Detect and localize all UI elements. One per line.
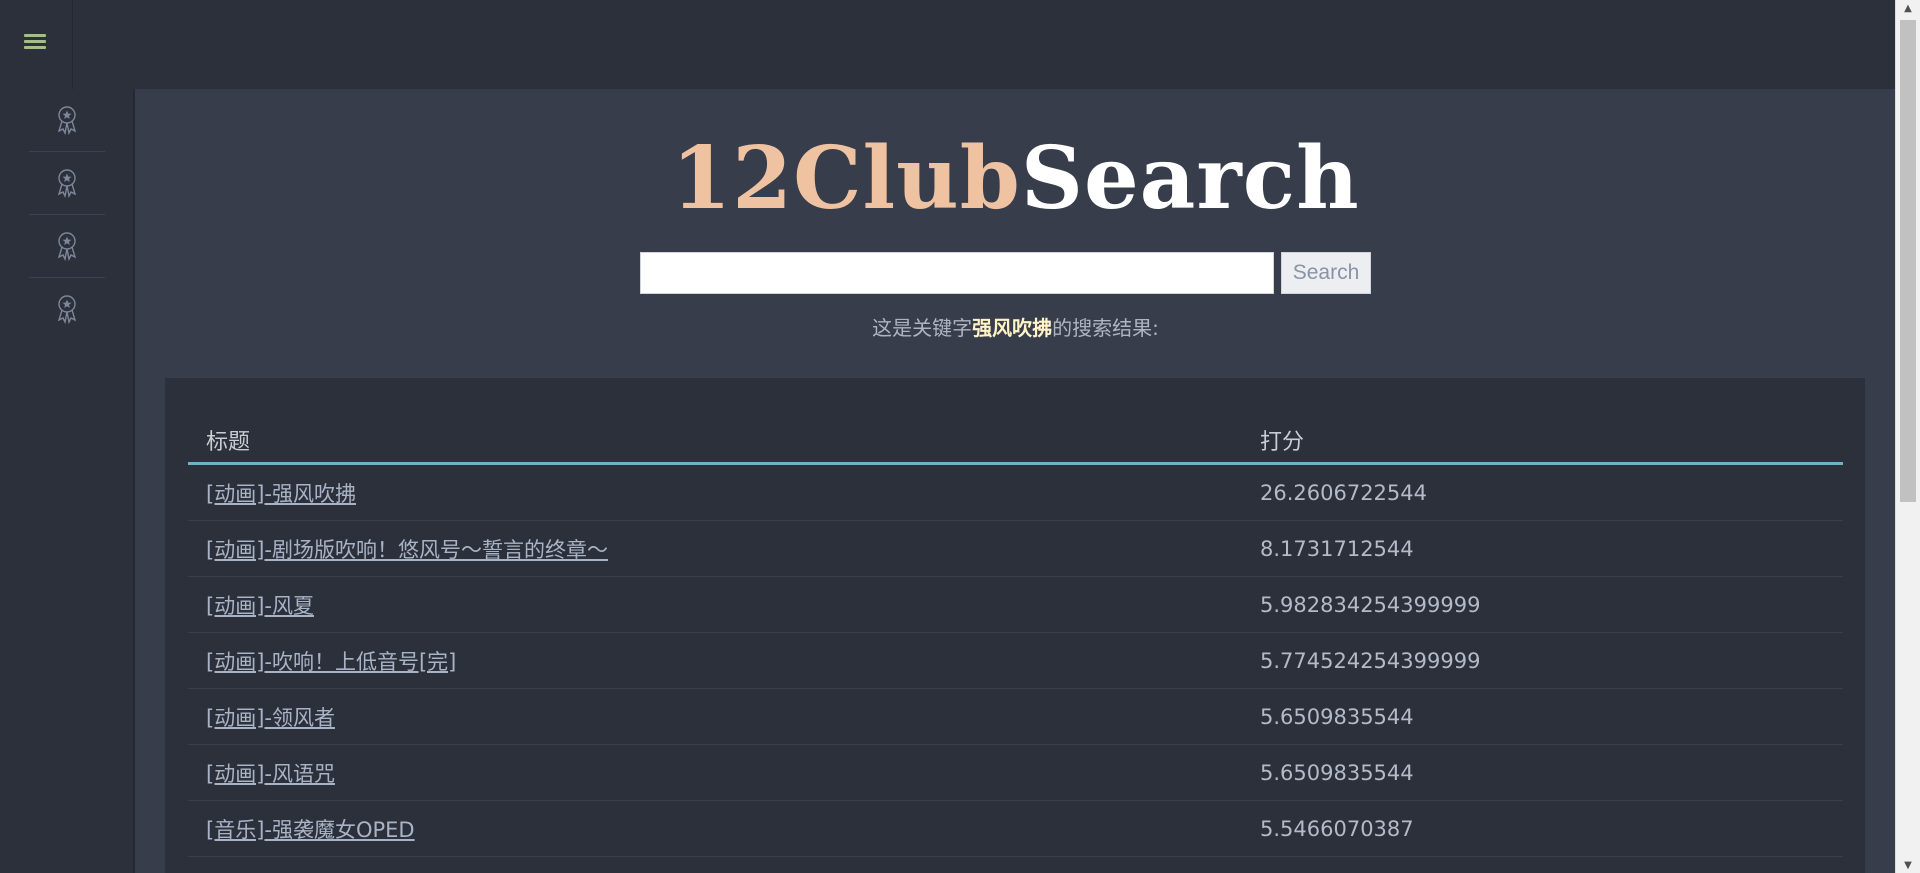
sidebar-item-2[interactable] <box>29 152 105 215</box>
logo-part-1: 12Club <box>671 128 1021 229</box>
award-icon <box>57 295 77 325</box>
award-icon <box>57 232 77 262</box>
table-header: 标题 打分 <box>188 418 1843 465</box>
sidebar <box>0 89 135 873</box>
main-content: 12ClubSearch Search 这是关键字强风吹拂的搜索结果: 标题 打… <box>135 89 1896 873</box>
header-score: 打分 <box>1260 430 1305 455</box>
scroll-down-arrow-icon[interactable]: ▼ <box>1896 857 1920 873</box>
scroll-thumb[interactable] <box>1900 20 1916 502</box>
scroll-up-arrow-icon[interactable]: ▲ <box>1896 0 1920 16</box>
result-score: 5.774524254399999 <box>1260 648 1481 673</box>
result-title-link[interactable]: [动画]-吹响！上低音号[完] <box>206 650 456 674</box>
results-panel: 标题 打分 [动画]-强风吹拂 26.2606722544 [动画]-剧场版吹响… <box>165 378 1865 873</box>
caption-keyword: 强风吹拂 <box>972 316 1053 340</box>
result-title-link[interactable]: [动画]-风夏 <box>206 594 314 618</box>
sidebar-item-3[interactable] <box>29 215 105 278</box>
result-score: 26.2606722544 <box>1260 480 1428 505</box>
search-button[interactable]: Search <box>1281 252 1371 294</box>
sidebar-item-4[interactable] <box>29 278 105 340</box>
site-logo[interactable]: 12ClubSearch <box>135 129 1896 229</box>
page: 12ClubSearch Search 这是关键字强风吹拂的搜索结果: 标题 打… <box>0 0 1920 873</box>
result-score: 5.982834254399999 <box>1260 592 1481 617</box>
top-bar-left <box>0 0 73 89</box>
table-row: [动画]-风语咒 5.6509835544 <box>188 745 1843 801</box>
caption-suffix: 的搜索结果: <box>1052 316 1159 340</box>
table-row: [动画]-强风吹拂 26.2606722544 <box>188 465 1843 521</box>
results-table: 标题 打分 [动画]-强风吹拂 26.2606722544 [动画]-剧场版吹响… <box>188 418 1843 857</box>
result-score: 5.6509835544 <box>1260 760 1414 785</box>
result-title-link[interactable]: [动画]-强风吹拂 <box>206 482 356 506</box>
result-score: 5.6509835544 <box>1260 704 1414 729</box>
award-icon <box>57 106 77 136</box>
top-bar <box>0 0 1896 90</box>
result-title-link[interactable]: [动画]-领风者 <box>206 706 335 730</box>
search-bar: Search <box>640 252 1371 294</box>
result-title-link[interactable]: [动画]-风语咒 <box>206 762 335 786</box>
sidebar-item-1[interactable] <box>29 89 105 152</box>
table-row: [动画]-剧场版吹响！悠风号～誓言的终章～ 8.1731712544 <box>188 521 1843 577</box>
logo-part-2: Search <box>1020 128 1360 229</box>
hamburger-menu-icon[interactable] <box>24 34 46 54</box>
result-score: 8.1731712544 <box>1260 536 1414 561</box>
caption-prefix: 这是关键字 <box>872 316 973 340</box>
search-input[interactable] <box>640 252 1274 294</box>
table-row: [音乐]-强袭魔女OPED 5.5466070387 <box>188 801 1843 857</box>
header-title: 标题 <box>206 430 251 455</box>
award-icon <box>57 169 77 199</box>
vertical-scrollbar[interactable]: ▲ ▼ <box>1895 0 1920 873</box>
result-title-link[interactable]: [动画]-剧场版吹响！悠风号～誓言的终章～ <box>206 538 608 562</box>
top-bar-main <box>72 0 1896 90</box>
result-score: 5.5466070387 <box>1260 816 1414 841</box>
table-row: [动画]-领风者 5.6509835544 <box>188 689 1843 745</box>
table-row: [动画]-吹响！上低音号[完] 5.774524254399999 <box>188 633 1843 689</box>
result-title-link[interactable]: [音乐]-强袭魔女OPED <box>206 818 415 842</box>
table-row: [动画]-风夏 5.982834254399999 <box>188 577 1843 633</box>
search-result-caption: 这是关键字强风吹拂的搜索结果: <box>135 312 1896 341</box>
